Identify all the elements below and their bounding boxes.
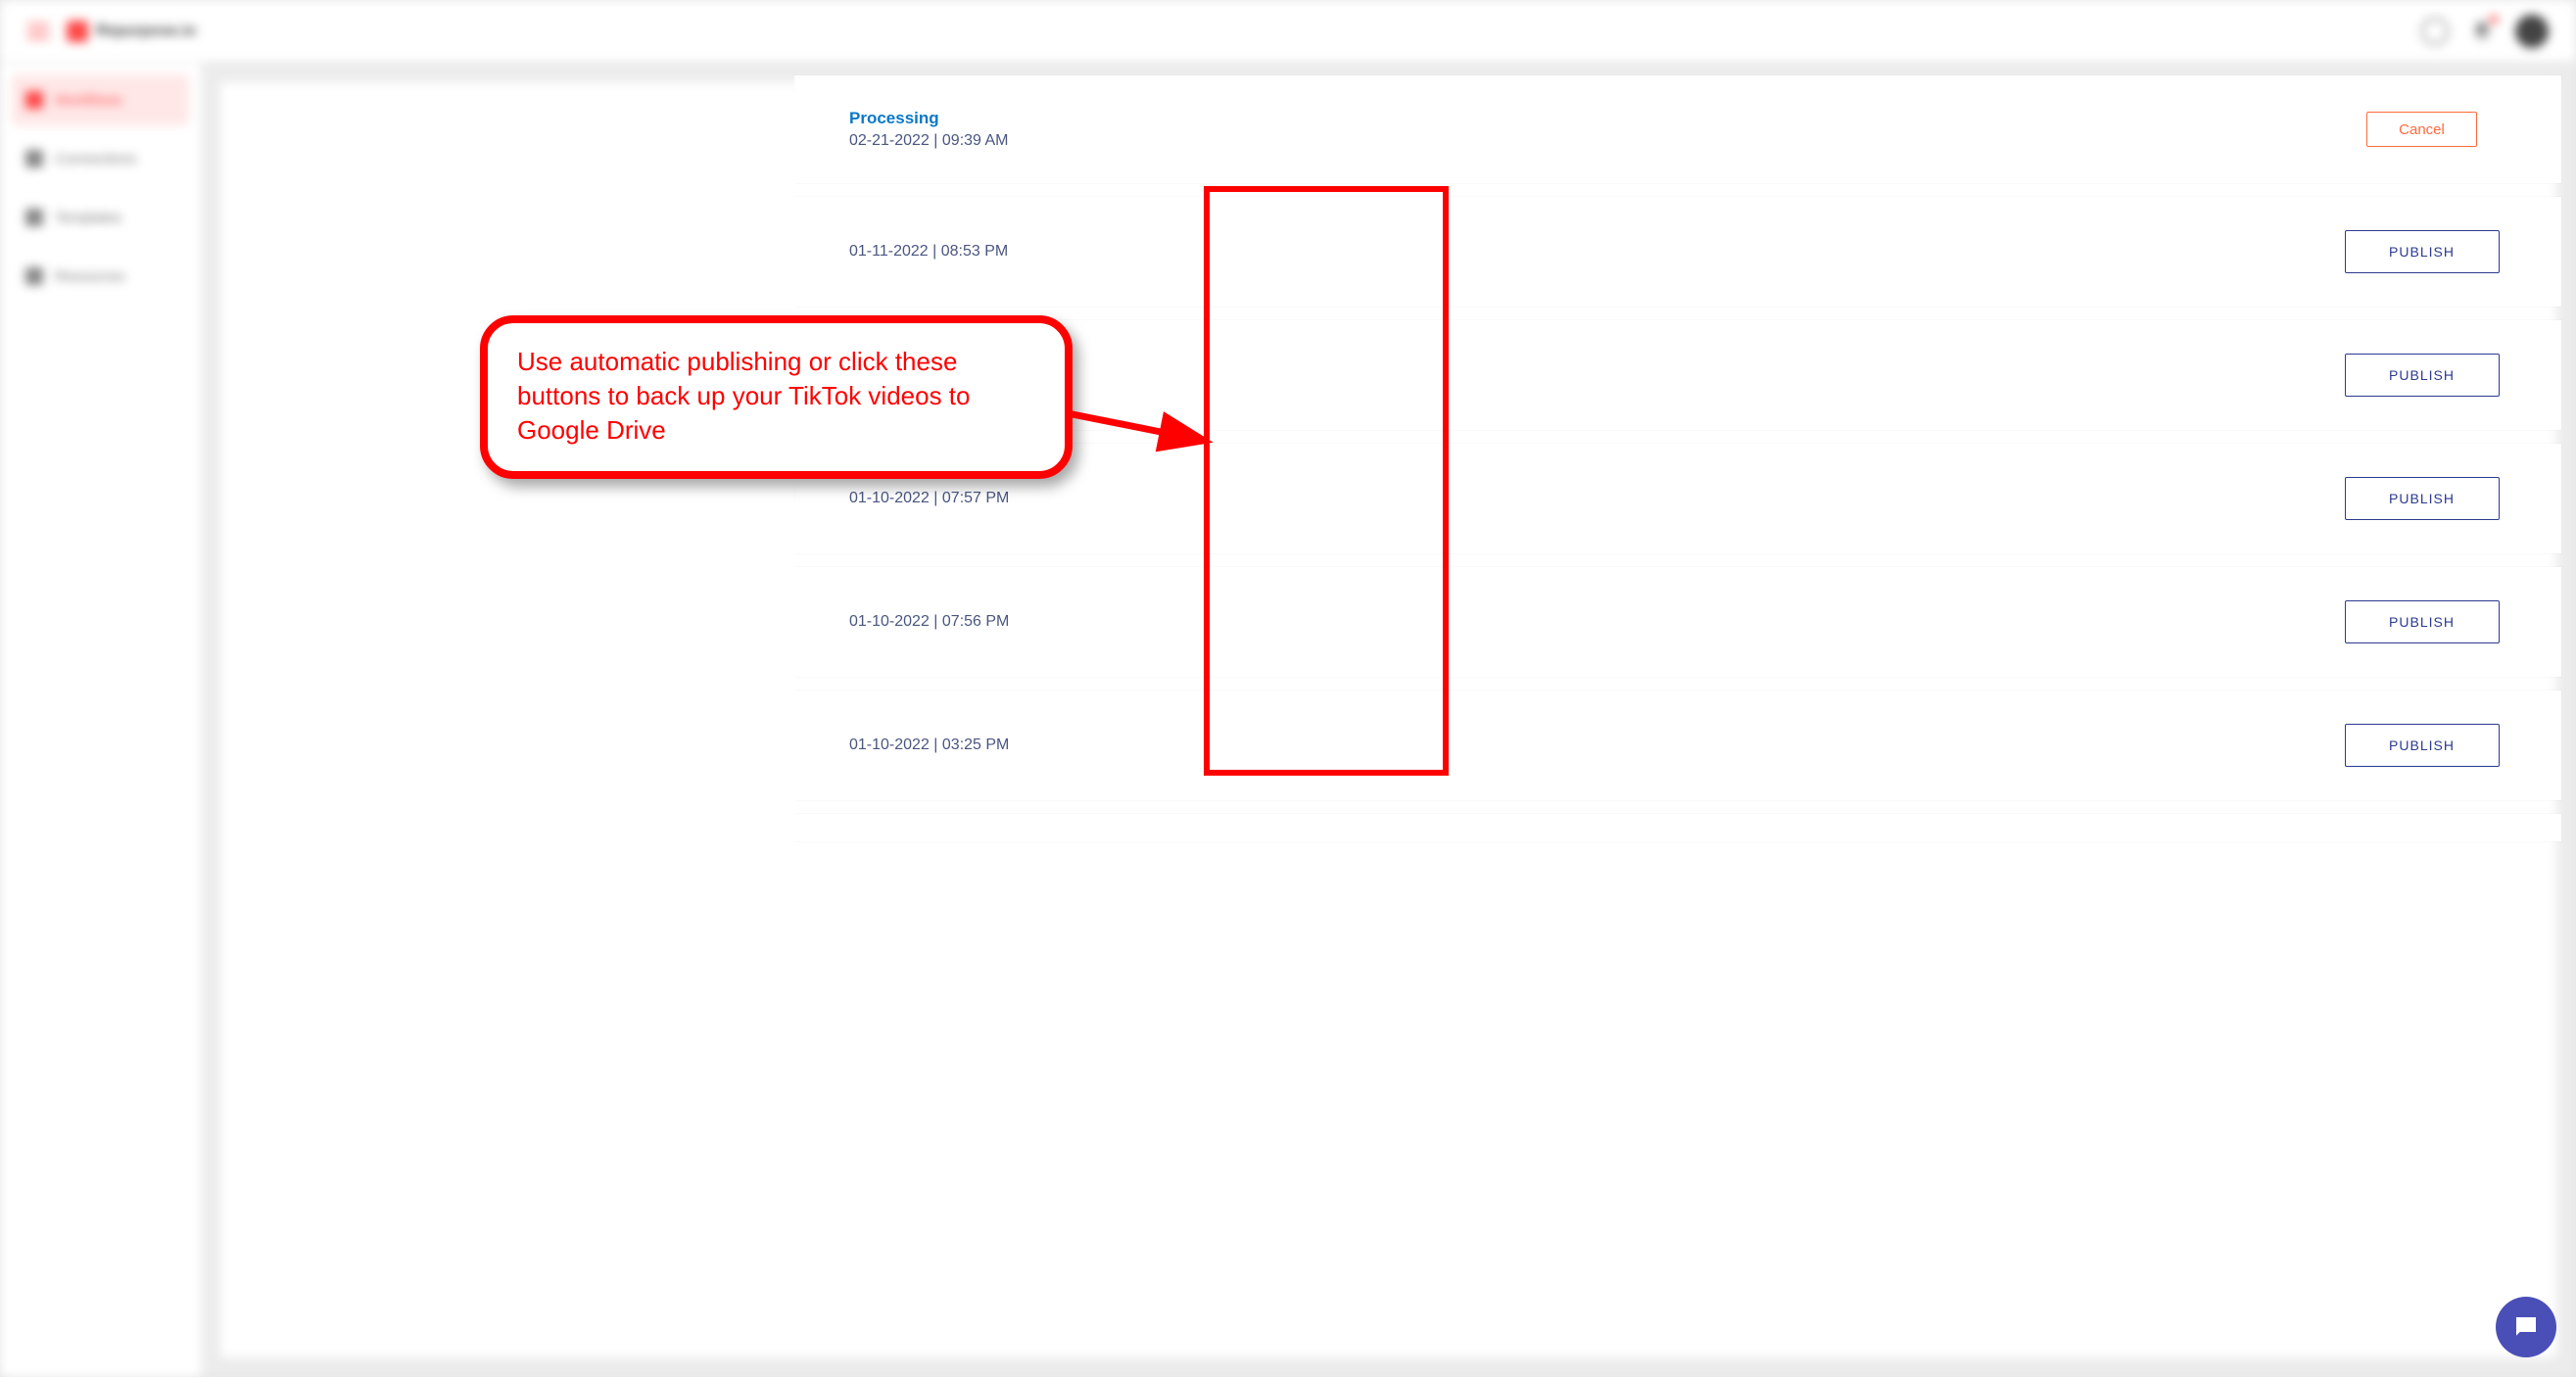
row-datetime: 01-10-2022 | 07:56 PM [849, 613, 2336, 631]
sidebar-item-templates[interactable]: Templates [12, 192, 189, 243]
connections-icon [25, 150, 43, 167]
topbar: Repurpose.io [0, 0, 2576, 63]
bell-icon[interactable] [2470, 20, 2494, 43]
row-action: PUBLISH [2336, 354, 2507, 397]
table-row: Processing 02-21-2022 | 09:39 AM Cancel [795, 75, 2561, 183]
sidebar-item-label: Templates [55, 210, 121, 226]
sidebar-item-label: Workflows [55, 92, 122, 109]
avatar[interactable] [2515, 15, 2549, 48]
help-icon[interactable] [2421, 18, 2449, 45]
publish-button[interactable]: PUBLISH [2345, 230, 2500, 273]
row-action: Cancel [2336, 112, 2507, 147]
sidebar: Workflows Connections Templates Resource… [0, 63, 201, 1377]
row-datetime: 01-10-2022 | 03:25 PM [849, 736, 2336, 754]
brand: Repurpose.io [67, 21, 196, 42]
row-datetime: 01-11-2022 | 08:53 PM [849, 243, 2336, 261]
brand-logo-icon [67, 21, 88, 42]
row-action: PUBLISH [2336, 600, 2507, 643]
sidebar-item-label: Connections [55, 151, 136, 167]
chat-fab[interactable] [2496, 1297, 2556, 1357]
row-action: PUBLISH [2336, 724, 2507, 767]
row-datetime: 01-10-2022 | 07:57 PM [849, 490, 2336, 507]
sidebar-item-workflows[interactable]: Workflows [12, 74, 189, 125]
publish-button[interactable]: PUBLISH [2345, 600, 2500, 643]
table-row: 01-11-2022 | 08:53 PM PUBLISH [795, 197, 2561, 307]
table-row [795, 814, 2561, 841]
status-label: Processing [849, 109, 2336, 128]
sidebar-item-resources[interactable]: Resources [12, 251, 189, 302]
row-action: PUBLISH [2336, 477, 2507, 520]
templates-icon [25, 209, 43, 226]
chat-icon [2511, 1312, 2541, 1342]
row-status: 01-10-2022 | 07:56 PM [849, 613, 2336, 631]
callout-bubble: Use automatic publishing or click these … [480, 315, 1073, 479]
callout-text: Use automatic publishing or click these … [517, 347, 970, 445]
resources-icon [25, 267, 43, 285]
sidebar-item-connections[interactable]: Connections [12, 133, 189, 184]
row-status: Processing 02-21-2022 | 09:39 AM [849, 109, 2336, 150]
table-row: 01-10-2022 | 07:56 PM PUBLISH [795, 567, 2561, 677]
brand-name: Repurpose.io [96, 23, 196, 40]
publish-button[interactable]: PUBLISH [2345, 354, 2500, 397]
row-action: PUBLISH [2336, 230, 2507, 273]
menu-icon[interactable] [27, 24, 49, 39]
topbar-right [2421, 15, 2549, 48]
publish-button[interactable]: PUBLISH [2345, 724, 2500, 767]
row-status: 01-10-2022 | 07:57 PM [849, 490, 2336, 507]
row-status: 01-10-2022 | 03:25 PM [849, 736, 2336, 754]
table-row: 01-10-2022 | 03:25 PM PUBLISH [795, 690, 2561, 800]
topbar-left: Repurpose.io [27, 21, 196, 42]
publish-button[interactable]: PUBLISH [2345, 477, 2500, 520]
callout-arrow-icon [1068, 405, 1215, 464]
sidebar-item-label: Resources [55, 268, 125, 285]
row-datetime: 02-21-2022 | 09:39 AM [849, 132, 2336, 150]
workflows-icon [25, 91, 43, 109]
row-status: 01-11-2022 | 08:53 PM [849, 243, 2336, 261]
cancel-button[interactable]: Cancel [2366, 112, 2477, 147]
